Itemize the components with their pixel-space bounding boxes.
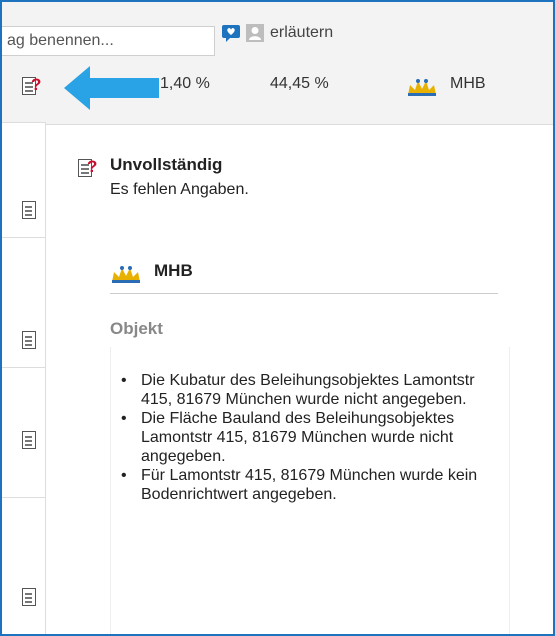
app-window: erläutern ? 1,40 % 44,45 % MHB ? Unvolls… [0,0,555,636]
document-icon [22,431,36,449]
bank-name: MHB [450,75,486,92]
document-icon [22,588,36,606]
bank-logo-icon [408,79,436,96]
document-icon [22,201,36,219]
list-item[interactable] [2,237,46,367]
person-icon[interactable] [246,24,264,42]
list-item[interactable] [2,497,46,634]
popover-title: Unvollständig [110,155,223,174]
incomplete-document-icon[interactable]: ? [22,75,44,102]
message-item: Die Fläche Bauland des Beleihungsobjekte… [111,409,491,466]
message-box: Die Kubatur des Beleihungsobjektes Lamon… [110,347,510,634]
incomplete-document-icon: ? [78,157,100,184]
document-icon [22,331,36,349]
explain-link[interactable]: erläutern [270,24,333,42]
bank-logo-icon [112,266,140,283]
message-item: Die Kubatur des Beleihungsobjektes Lamon… [111,371,491,409]
detail-popover: ? Unvollständig Es fehlen Angaben. MHB O… [46,124,553,634]
result-list [2,122,46,634]
message-list: Die Kubatur des Beleihungsobjektes Lamon… [111,371,491,504]
comment-icon[interactable] [221,24,241,42]
name-input[interactable] [2,26,215,56]
toolbar: erläutern [2,2,553,62]
list-item[interactable] [2,122,46,237]
arrow-indicator [64,66,159,110]
divider [110,293,498,294]
message-item: Für Lamontstr 415, 81679 München wurde k… [111,466,491,504]
popover-bank-name: MHB [154,261,193,280]
list-item[interactable] [2,367,46,497]
value-b: 44,45 % [270,75,329,92]
section-heading: Objekt [110,319,163,338]
value-a: 1,40 % [160,75,210,92]
popover-subtitle: Es fehlen Angaben. [110,181,249,198]
